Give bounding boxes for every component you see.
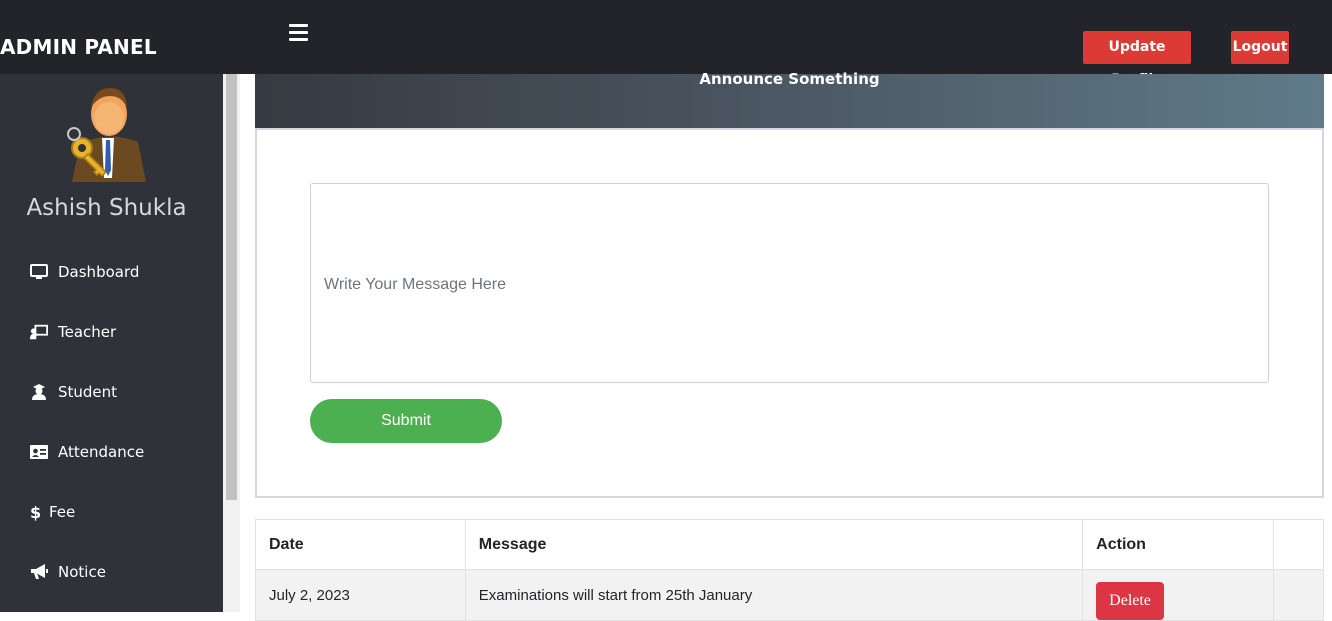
sidebar-item-label: Dashboard [58,263,140,281]
cell-empty [1273,569,1324,621]
notices-table: Date Message Action July 2, 2023 Examina… [255,519,1324,621]
megaphone-icon [30,563,48,581]
graduate-user-icon [30,383,48,401]
svg-text:$: $ [30,503,40,521]
sidebar-item-notice[interactable]: Notice [30,560,106,584]
sidebar-item-label: Attendance [58,443,145,461]
top-navbar: ADMIN PANEL Update Profile Logout [0,0,1332,88]
logout-button[interactable]: Logout [1231,31,1289,64]
column-header-empty [1273,519,1324,570]
submit-button[interactable]: Submit [310,399,502,443]
admin-user-with-key-icon [67,88,146,182]
message-placeholder: Write Your Message Here [324,276,507,293]
chalkboard-teacher-icon [30,323,48,341]
sidebar-item-label: Notice [58,563,106,581]
delete-button[interactable]: Delete [1096,582,1164,620]
sidebar-item-label: Teacher [58,323,117,341]
monitor-icon [30,263,48,281]
cell-date: July 2, 2023 [255,569,466,621]
announce-title: Announce Something [699,70,880,88]
cell-action: Delete [1082,569,1275,621]
sidebar-item-dashboard[interactable]: Dashboard [30,260,139,284]
sidebar-item-attendance[interactable]: Attendance [30,440,144,464]
sidebar-scrollbar-thumb[interactable] [226,74,237,500]
column-header-message: Message [464,519,1084,570]
table-header-row: Date Message Action [255,519,1324,570]
sidebar-item-label: Fee [49,503,76,521]
message-textarea[interactable]: Write Your Message Here [310,183,1269,383]
user-name: Ashish Shukla [26,195,187,221]
sidebar-item-fee[interactable]: $ Fee [30,500,75,524]
dollar-icon: $ [30,503,40,521]
sidebar-item-student[interactable]: Student [30,380,117,404]
hamburger-menu-icon[interactable] [289,24,308,41]
id-card-icon [30,443,48,461]
brand-title: ADMIN PANEL [0,35,157,59]
cell-message: Examinations will start from 25th Januar… [464,569,1084,621]
column-header-date: Date [255,519,466,570]
sidebar-item-label: Student [58,383,118,401]
sidebar: Ashish Shukla Dashboard Teacher Student … [0,74,223,612]
sidebar-item-teacher[interactable]: Teacher [30,320,116,344]
update-profile-button[interactable]: Update Profile [1083,31,1191,88]
announce-panel-header: Announce Something [255,70,1324,128]
table-row: July 2, 2023 Examinations will start fro… [255,569,1324,621]
column-header-action: Action [1082,519,1275,570]
